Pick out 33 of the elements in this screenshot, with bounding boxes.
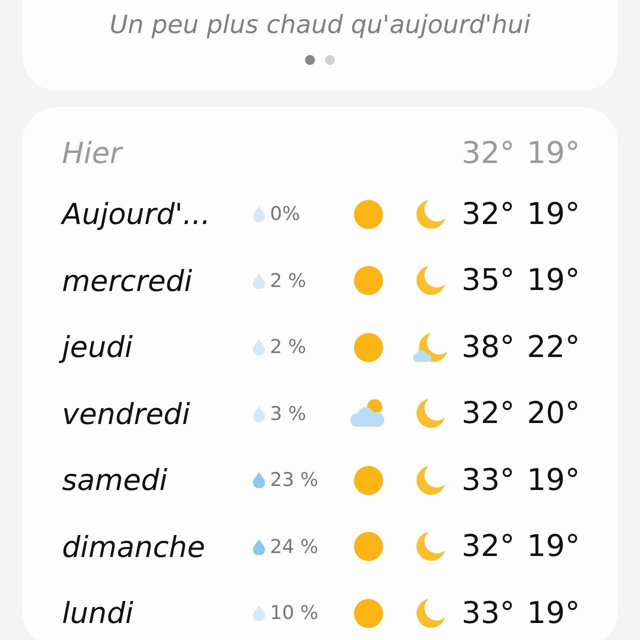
high-temperature: 32° xyxy=(462,196,515,232)
high-temperature: 32° xyxy=(462,529,515,564)
day-name: mercredi xyxy=(62,264,194,298)
day-name: Aujourd'... xyxy=(62,197,212,232)
high-temperature: 33° xyxy=(462,462,515,498)
rain-chance: 2 % xyxy=(270,336,306,358)
high-temperature: 35° xyxy=(462,263,515,298)
high-temperature: 38° xyxy=(462,330,515,365)
day-name: dimanche xyxy=(62,530,206,564)
rain-chance: 23 % xyxy=(270,469,318,492)
low-temperature: 22° xyxy=(526,330,580,365)
low-temperature: 19° xyxy=(526,462,580,498)
page-indicator-dot[interactable] xyxy=(305,55,315,65)
low-temperature: 19° xyxy=(526,263,580,298)
rain-chance: 3 % xyxy=(270,402,306,425)
rain-chance: 10 % xyxy=(270,602,318,624)
day-name: lundi xyxy=(62,596,134,630)
rain-chance: 0% xyxy=(270,203,300,226)
low-temperature: 19° xyxy=(526,529,580,564)
day-name: vendredi xyxy=(62,396,192,431)
summary-text: Un peu plus chaud qu'aujourd'hui xyxy=(108,10,532,39)
high-temperature: 32° xyxy=(462,136,515,170)
low-temperature: 20° xyxy=(526,396,580,432)
high-temperature: 33° xyxy=(462,596,515,631)
low-temperature: 19° xyxy=(526,596,580,631)
page-indicator-dot[interactable] xyxy=(325,55,335,65)
high-temperature: 32° xyxy=(462,396,515,432)
low-temperature: 19° xyxy=(526,196,580,232)
day-name: Hier xyxy=(62,136,124,170)
rain-chance: 24 % xyxy=(270,536,318,558)
day-name: samedi xyxy=(62,463,168,498)
low-temperature: 19° xyxy=(526,136,580,170)
rain-chance: 2 % xyxy=(270,270,306,292)
